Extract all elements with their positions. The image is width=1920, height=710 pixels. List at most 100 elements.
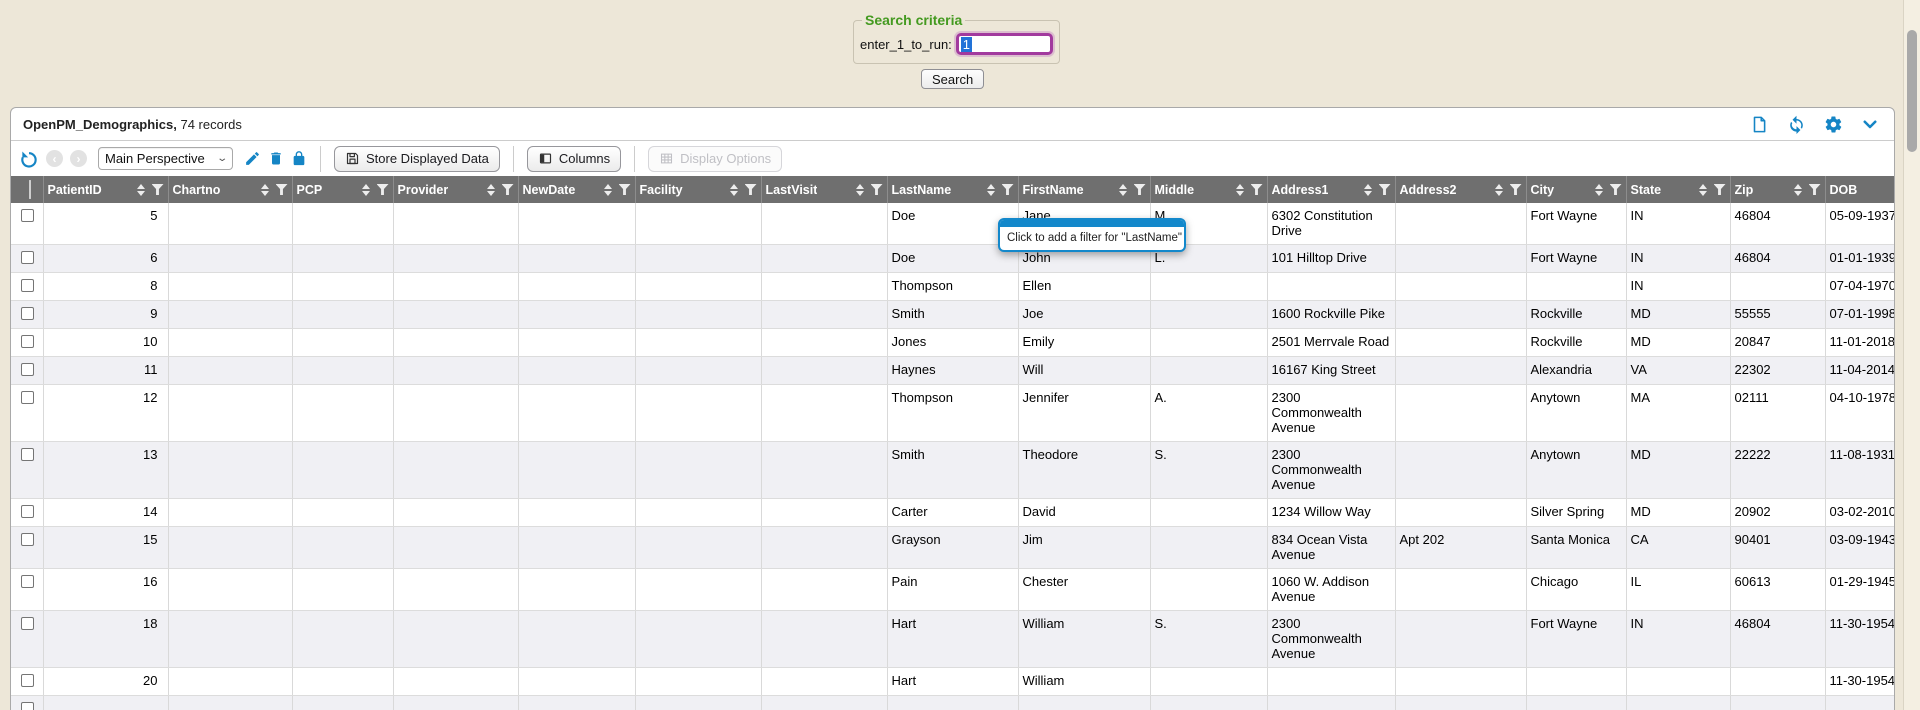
vertical-scrollbar[interactable]	[1903, 0, 1920, 710]
column-header-lastvisit[interactable]: LastVisit	[761, 176, 887, 203]
row-checkbox[interactable]	[21, 391, 34, 404]
row-checkbox[interactable]	[21, 251, 34, 264]
row-checkbox[interactable]	[21, 307, 34, 320]
sort-icon[interactable]	[856, 184, 864, 196]
settings-gear-icon[interactable]	[1823, 114, 1843, 134]
row-checkbox[interactable]	[21, 575, 34, 588]
sort-icon[interactable]	[1364, 184, 1372, 196]
sort-icon[interactable]	[261, 184, 269, 196]
sort-icon[interactable]	[730, 184, 738, 196]
table-row[interactable]: 13SmithTheodoreS.2300 Commonwealth Avenu…	[11, 442, 1894, 499]
row-checkbox[interactable]	[21, 674, 34, 687]
table-row[interactable]: 14CarterDavid1234 Willow WaySilver Sprin…	[11, 499, 1894, 527]
lock-icon[interactable]	[291, 150, 307, 167]
column-header-zip[interactable]: Zip	[1730, 176, 1825, 203]
filter-funnel-icon[interactable]	[1714, 184, 1726, 195]
column-header-facility[interactable]: Facility	[635, 176, 761, 203]
sort-icon[interactable]	[604, 184, 612, 196]
filter-funnel-icon[interactable]	[1379, 184, 1391, 195]
cell-firstname: Theodore	[1018, 442, 1150, 499]
row-checkbox[interactable]	[21, 209, 34, 222]
column-header-lastname[interactable]: LastName	[887, 176, 1018, 203]
row-checkbox[interactable]	[21, 448, 34, 461]
cell-address1: 1060 W. Addison Avenue	[1267, 569, 1395, 611]
column-header-state[interactable]: State	[1626, 176, 1730, 203]
filter-funnel-icon[interactable]	[1251, 184, 1263, 195]
sort-icon[interactable]	[1495, 184, 1503, 196]
table-row[interactable]: 11HaynesWill16167 King StreetAlexandriaV…	[11, 357, 1894, 385]
table-row[interactable]	[11, 696, 1894, 710]
filter-funnel-icon[interactable]	[276, 184, 288, 195]
filter-funnel-icon[interactable]	[619, 184, 631, 195]
search-button[interactable]: Search	[921, 69, 984, 89]
filter-funnel-icon[interactable]	[871, 184, 883, 195]
table-row[interactable]: 5DoeJaneM.6302 Constitution DriveFort Wa…	[11, 203, 1894, 245]
table-row[interactable]: 20HartWilliam11-30-1954	[11, 668, 1894, 696]
undo-icon[interactable]	[19, 149, 39, 169]
chevron-right-icon[interactable]: ›	[70, 150, 87, 167]
chevron-left-icon[interactable]: ‹	[46, 150, 63, 167]
filter-funnel-icon[interactable]	[1610, 184, 1622, 195]
row-checkbox[interactable]	[21, 335, 34, 348]
table-row[interactable]: 6DoeJohnL.101 Hilltop DriveFort WayneIN4…	[11, 245, 1894, 273]
table-row[interactable]: 9SmithJoe1600 Rockville PikeRockvilleMD5…	[11, 301, 1894, 329]
column-header-city[interactable]: City	[1526, 176, 1626, 203]
table-row[interactable]: 15GraysonJim834 Ocean Vista AvenueApt 20…	[11, 527, 1894, 569]
column-header-newdate[interactable]: NewDate	[518, 176, 635, 203]
chevron-down-icon[interactable]	[1860, 114, 1880, 134]
table-row[interactable]: 12ThompsonJenniferA.2300 Commonwealth Av…	[11, 385, 1894, 442]
sort-icon[interactable]	[1119, 184, 1127, 196]
column-header-address1[interactable]: Address1	[1267, 176, 1395, 203]
enter-1-to-run-input[interactable]: 1	[956, 33, 1053, 55]
cell-lastvisit	[761, 357, 887, 385]
sort-icon[interactable]	[362, 184, 370, 196]
row-select-cell	[11, 668, 43, 696]
column-header-address2[interactable]: Address2	[1395, 176, 1526, 203]
store-displayed-data-button[interactable]: Store Displayed Data	[334, 146, 500, 172]
cell-dob: 05-09-1937	[1825, 203, 1894, 245]
trash-icon[interactable]	[268, 150, 284, 167]
sort-icon[interactable]	[1794, 184, 1802, 196]
sort-icon[interactable]	[1236, 184, 1244, 196]
filter-funnel-icon[interactable]	[1510, 184, 1522, 195]
table-row[interactable]: 16PainChester1060 W. Addison AvenueChica…	[11, 569, 1894, 611]
table-row[interactable]: 10JonesEmily2501 Merrvale RoadRockvilleM…	[11, 329, 1894, 357]
new-document-icon[interactable]	[1749, 114, 1769, 134]
row-checkbox[interactable]	[21, 505, 34, 518]
sort-icon[interactable]	[1595, 184, 1603, 196]
column-header-dob[interactable]: DOB	[1825, 176, 1894, 203]
row-checkbox[interactable]	[21, 617, 34, 630]
filter-funnel-icon[interactable]	[377, 184, 389, 195]
select-all-checkbox[interactable]	[29, 180, 31, 199]
column-header-patientid[interactable]: PatientID	[43, 176, 168, 203]
filter-funnel-icon[interactable]	[745, 184, 757, 195]
column-header-firstname[interactable]: FirstName	[1018, 176, 1150, 203]
row-checkbox[interactable]	[21, 702, 34, 710]
row-checkbox[interactable]	[21, 533, 34, 546]
columns-button[interactable]: Columns	[527, 146, 621, 172]
filter-funnel-icon[interactable]	[1002, 184, 1014, 195]
row-checkbox[interactable]	[21, 279, 34, 292]
cell-lastname: Smith	[887, 442, 1018, 499]
table-row[interactable]: 8ThompsonEllenIN07-04-1970	[11, 273, 1894, 301]
perspective-select[interactable]: Main Perspective ⌄	[98, 147, 233, 170]
filter-funnel-icon[interactable]	[1134, 184, 1146, 195]
tooltip-accent-bar	[1000, 220, 1184, 227]
scrollbar-thumb[interactable]	[1907, 30, 1917, 152]
column-header-chartno[interactable]: Chartno	[168, 176, 292, 203]
refresh-icon[interactable]	[1786, 114, 1806, 134]
cell-pcp	[292, 696, 393, 710]
filter-funnel-icon[interactable]	[502, 184, 514, 195]
sort-icon[interactable]	[987, 184, 995, 196]
sort-icon[interactable]	[1699, 184, 1707, 196]
table-row[interactable]: 18HartWilliamS.2300 Commonwealth AvenueF…	[11, 611, 1894, 668]
filter-funnel-icon[interactable]	[1809, 184, 1821, 195]
sort-icon[interactable]	[137, 184, 145, 196]
sort-icon[interactable]	[487, 184, 495, 196]
column-header-pcp[interactable]: PCP	[292, 176, 393, 203]
column-header-provider[interactable]: Provider	[393, 176, 518, 203]
pencil-icon[interactable]	[244, 150, 261, 167]
row-checkbox[interactable]	[21, 363, 34, 376]
column-header-middle[interactable]: Middle	[1150, 176, 1267, 203]
filter-funnel-icon[interactable]	[152, 184, 164, 195]
